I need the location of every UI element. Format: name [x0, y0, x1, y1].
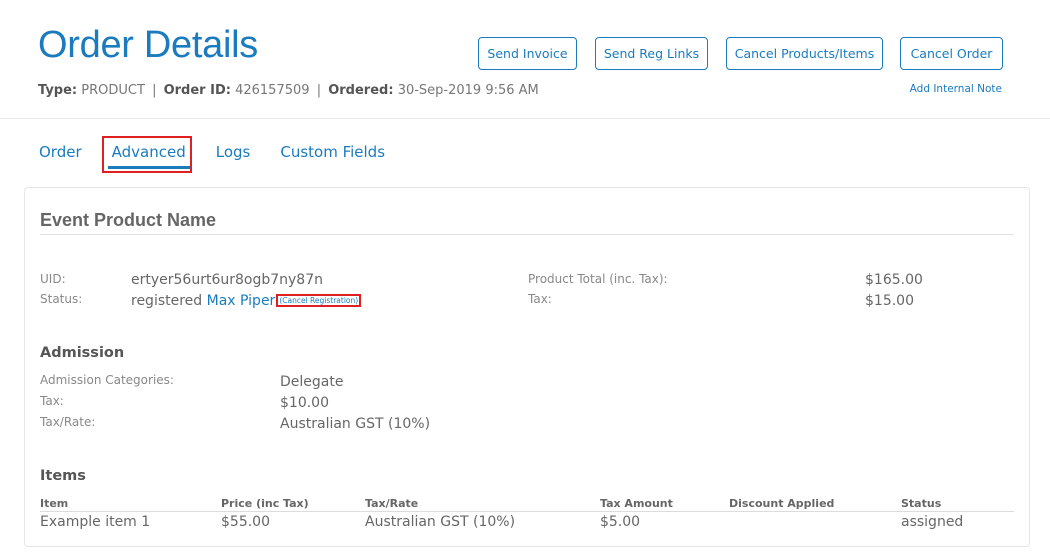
- send-reg-links-button[interactable]: Send Reg Links: [595, 37, 708, 70]
- meta-separator: |: [316, 83, 322, 98]
- cell-status: assigned: [901, 514, 964, 530]
- product-name: Event Product Name: [40, 210, 217, 230]
- product-tax-label: Tax:: [528, 292, 552, 306]
- product-total-value: $165.00: [865, 272, 923, 288]
- col-header-price: Price (inc Tax): [221, 497, 309, 510]
- header-divider: [0, 118, 1050, 119]
- product-card: Event Product Name UID: ertyer56urt6ur8o…: [24, 187, 1030, 547]
- product-tax-value: $15.00: [865, 293, 914, 309]
- status-value: registered: [131, 293, 203, 309]
- order-id-label: Order ID:: [163, 83, 231, 98]
- admission-tax-value: $10.00: [280, 395, 329, 411]
- cancel-registration-link[interactable]: (Cancel Registration): [276, 294, 362, 307]
- items-heading: Items: [40, 468, 86, 484]
- order-meta: Type: PRODUCT | Order ID: 426157509 | Or…: [38, 83, 539, 98]
- table-header-divider: [40, 511, 1014, 512]
- admission-tax-rate-value: Australian GST (10%): [280, 416, 431, 432]
- meta-separator: |: [152, 83, 157, 98]
- status-label: Status:: [40, 292, 83, 306]
- cancel-order-button[interactable]: Cancel Order: [900, 37, 1003, 70]
- col-header-status: Status: [901, 497, 942, 510]
- registrant-name-link[interactable]: Max Piper: [207, 293, 276, 309]
- tab-advanced[interactable]: Advanced: [107, 143, 190, 169]
- admission-tax-label: Tax:: [40, 394, 64, 408]
- uid-value: ertyer56urt6ur8ogb7ny87n: [131, 272, 323, 288]
- uid-label: UID:: [40, 272, 66, 286]
- product-total-label: Product Total (inc. Tax):: [528, 272, 668, 286]
- admission-heading: Admission: [40, 345, 125, 361]
- cell-item: Example item 1: [40, 514, 151, 530]
- order-id-value: 426157509: [235, 83, 310, 98]
- type-label: Type:: [38, 83, 78, 98]
- status-row: registered Max Piper (Cancel Registration…: [131, 293, 362, 309]
- col-header-tax-rate: Tax/Rate: [365, 497, 419, 510]
- tab-order[interactable]: Order: [39, 143, 82, 167]
- type-value: PRODUCT: [81, 83, 145, 98]
- cell-tax-rate: Australian GST (10%): [365, 514, 516, 530]
- tab-bar: Order Advanced Logs Custom Fields: [39, 143, 385, 169]
- cell-tax-amount: $5.00: [600, 514, 641, 530]
- ordered-value: 30-Sep-2019 9:56 AM: [397, 83, 539, 98]
- admission-categories-value: Delegate: [280, 374, 344, 390]
- cell-price: $55.00: [221, 514, 270, 530]
- cancel-products-items-button[interactable]: Cancel Products/Items: [726, 37, 883, 70]
- admission-categories-label: Admission Categories:: [40, 373, 174, 387]
- tab-logs[interactable]: Logs: [216, 143, 251, 167]
- add-internal-note-link[interactable]: Add Internal Note: [910, 83, 1002, 95]
- col-header-item: Item: [40, 497, 69, 510]
- ordered-label: Ordered:: [328, 83, 394, 98]
- col-header-tax-amount: Tax Amount: [600, 497, 673, 510]
- page-title: Order Details: [38, 24, 258, 66]
- col-header-discount: Discount Applied: [729, 497, 835, 510]
- tab-custom-fields[interactable]: Custom Fields: [280, 143, 385, 167]
- send-invoice-button[interactable]: Send Invoice: [478, 37, 577, 70]
- admission-tax-rate-label: Tax/Rate:: [40, 415, 96, 429]
- title-divider: [40, 234, 1014, 235]
